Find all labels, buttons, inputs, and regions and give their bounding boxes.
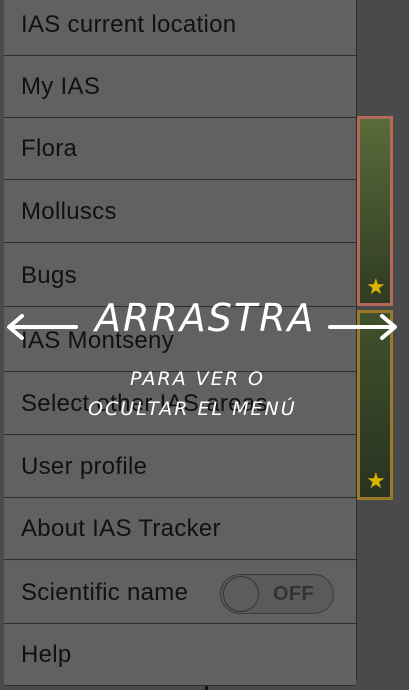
side-menu-drawer[interactable]: IAS current location My IAS Flora Mollus… (4, 0, 357, 686)
menu-item-label: Flora (21, 134, 78, 162)
menu-item-label: Molluscs (21, 197, 117, 225)
star-icon[interactable]: ★ (366, 277, 386, 299)
menu-item-ias-current-location[interactable]: IAS current location (4, 0, 356, 56)
star-icon[interactable]: ★ (366, 471, 386, 493)
toggle-state-label: OFF (273, 583, 314, 605)
species-card-image[interactable]: ★ (357, 116, 393, 306)
menu-item-help[interactable]: Help (4, 624, 356, 686)
menu-item-label: User profile (21, 452, 148, 480)
toggle-knob[interactable] (223, 576, 259, 612)
menu-item-label: My IAS (21, 72, 101, 100)
menu-item-label: About IAS Tracker (21, 514, 221, 542)
menu-item-label: Bugs (21, 261, 77, 289)
menu-item-select-other-ias-areas[interactable]: Select other IAS areas (4, 373, 356, 435)
species-card-image[interactable]: ★ (357, 310, 393, 500)
menu-item-label: IAS Montseny (21, 326, 175, 354)
menu-item-label: IAS current location (21, 10, 237, 38)
menu-item-ias-montseny[interactable]: IAS Montseny (4, 310, 356, 372)
scientific-name-toggle[interactable]: OFF (220, 574, 334, 614)
menu-item-label: Help (21, 640, 72, 668)
menu-item-molluscs[interactable]: Molluscs (4, 181, 356, 243)
menu-item-label: Select other IAS areas (21, 389, 268, 417)
menu-item-flora[interactable]: Flora (4, 118, 356, 180)
menu-item-about-ias-tracker[interactable]: About IAS Tracker (4, 498, 356, 560)
menu-item-user-profile[interactable]: User profile (4, 436, 356, 498)
menu-item-bugs[interactable]: Bugs (4, 245, 356, 307)
menu-item-scientific-name: Scientific name OFF (4, 562, 356, 624)
menu-item-label: Scientific name (21, 578, 189, 606)
menu-item-my-ias[interactable]: My IAS (4, 56, 356, 118)
